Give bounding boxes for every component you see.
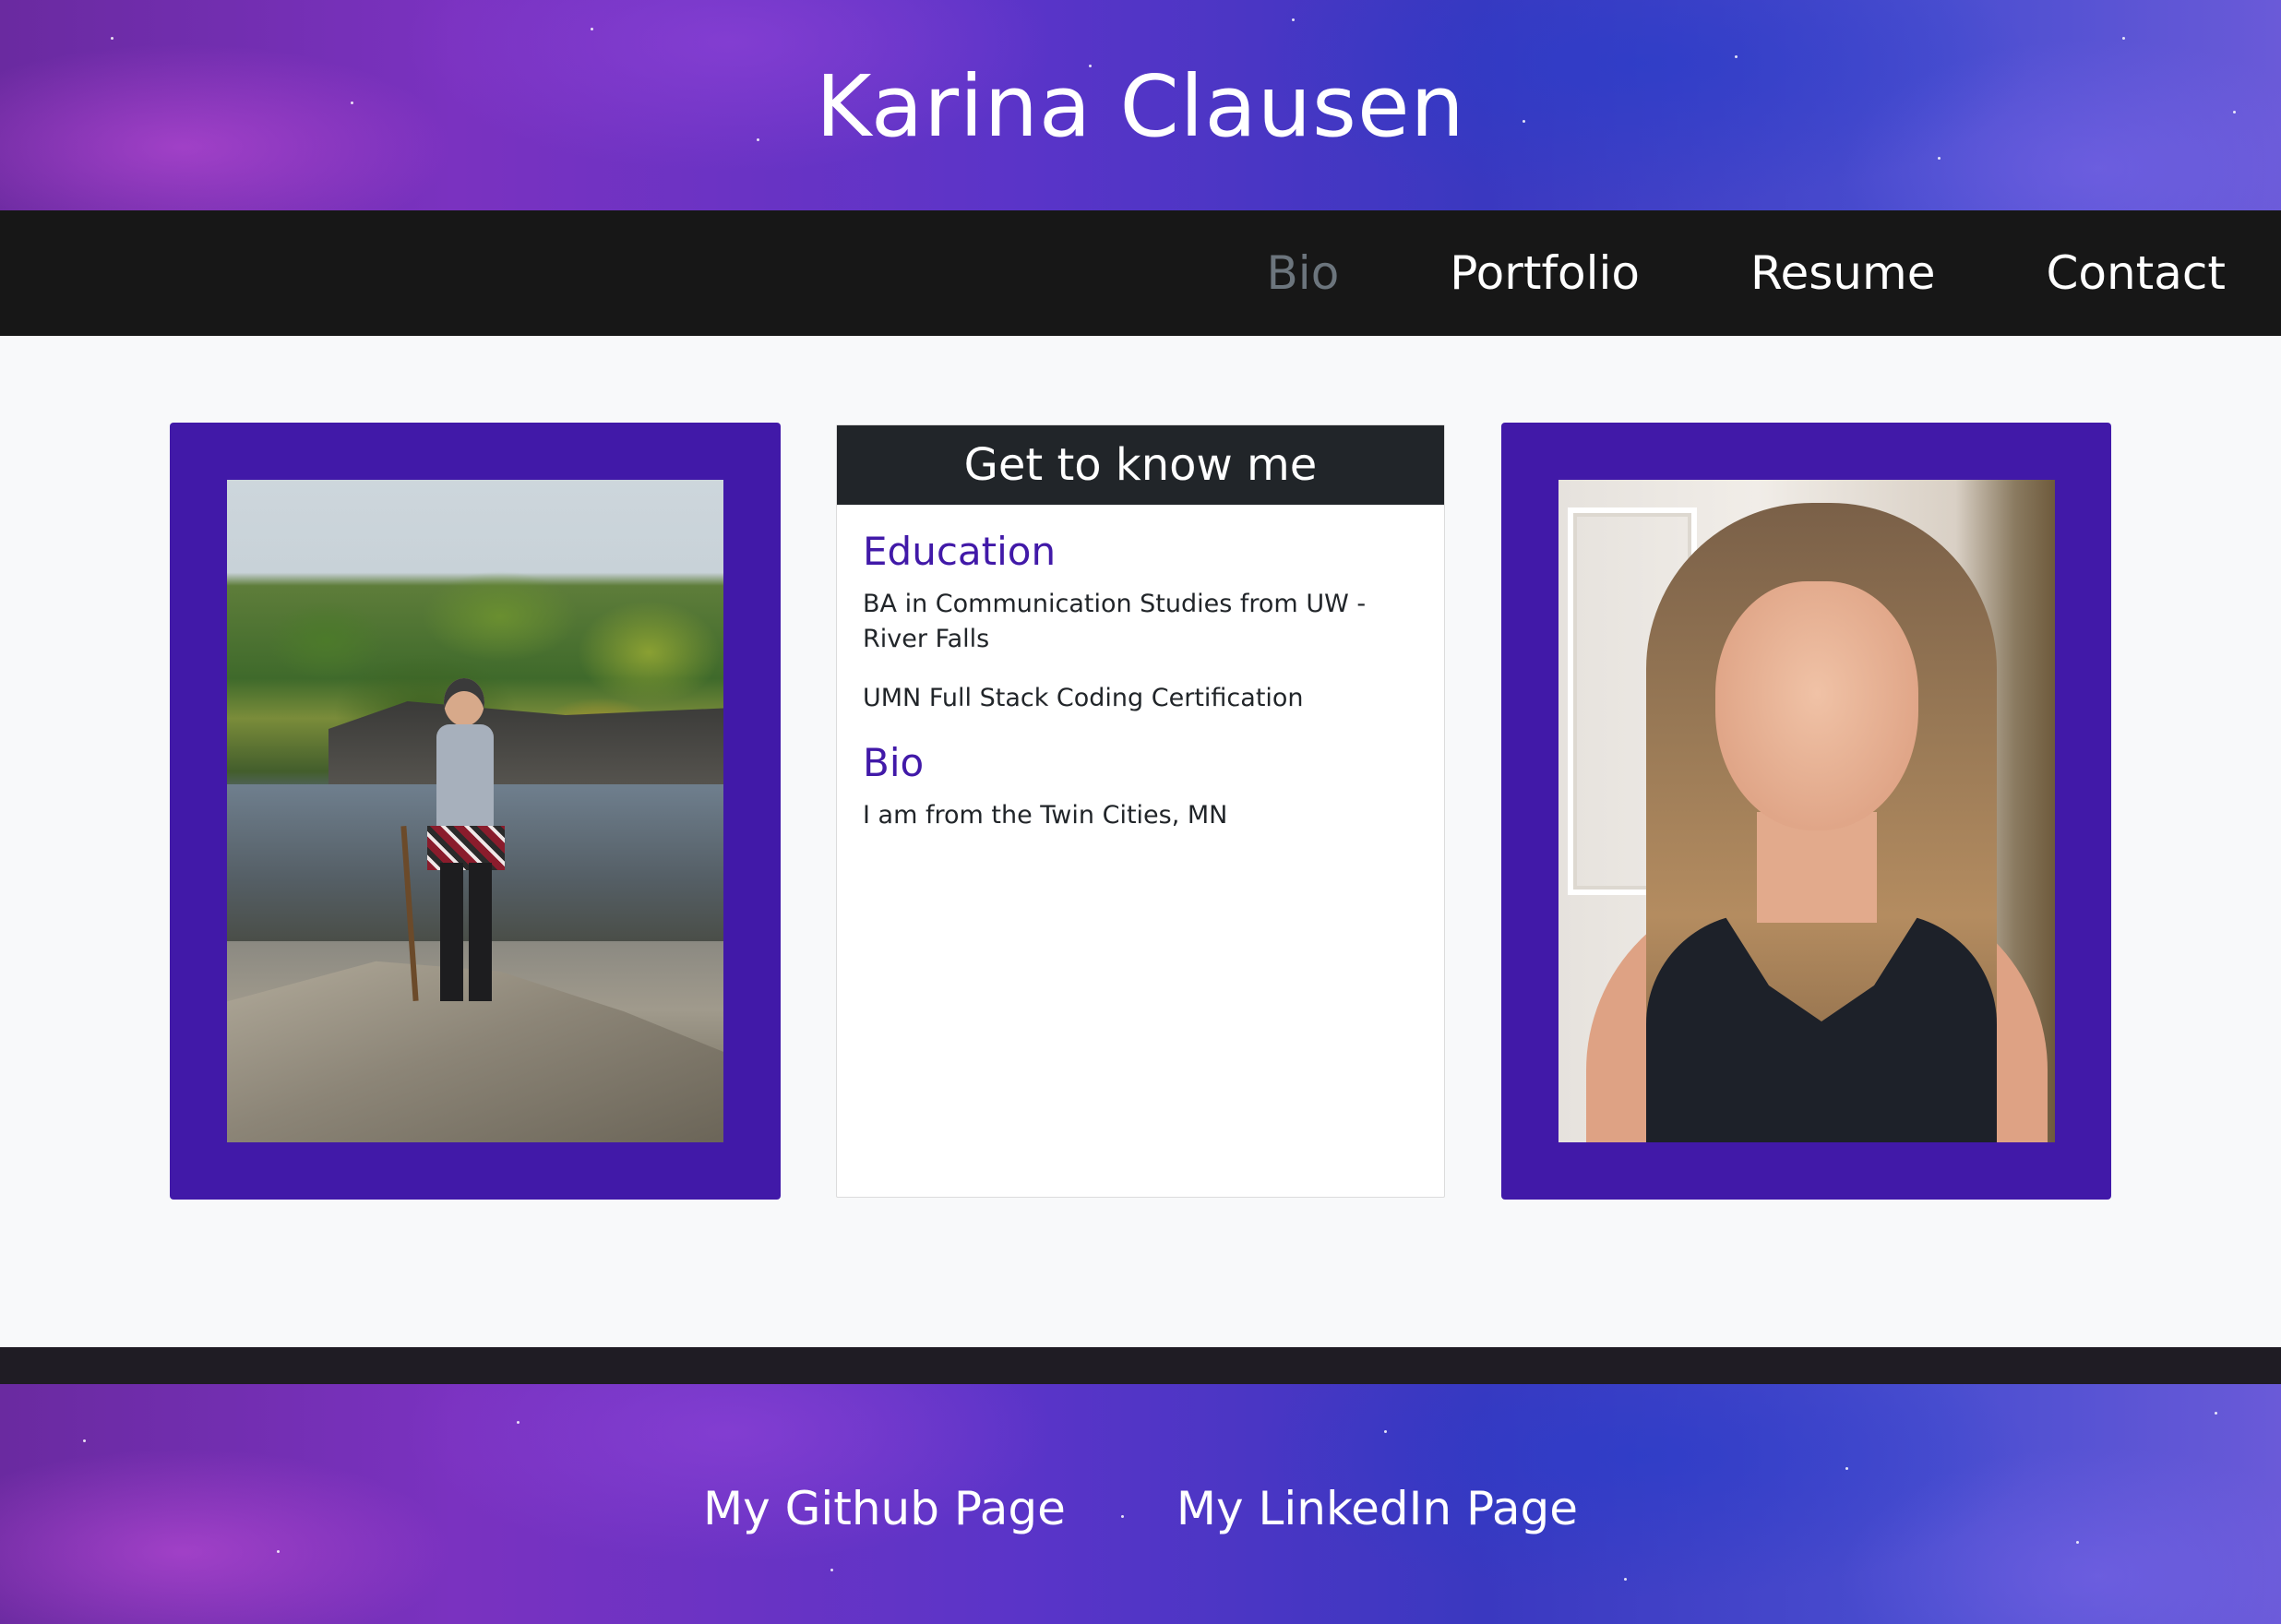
bio-text: I am from the Twin Cities, MN [863, 801, 1228, 830]
nav-link-portfolio[interactable]: Portfolio [1450, 246, 1640, 300]
github-link[interactable]: My Github Page [703, 1482, 1066, 1535]
main-content: Get to know me Education BA in Communica… [0, 336, 2281, 1347]
nav-link-bio[interactable]: Bio [1267, 246, 1340, 300]
about-card: Get to know me Education BA in Communica… [836, 424, 1445, 1198]
about-card-body: Education BA in Communication Studies fr… [837, 505, 1444, 833]
portrait-photo-card [1501, 423, 2111, 1200]
bio-heading: Bio [863, 740, 925, 785]
hiking-photo [227, 480, 723, 1142]
footer-links: My Github Page My LinkedIn Page [0, 1482, 2281, 1535]
site-footer: My Github Page My LinkedIn Page [0, 1384, 2281, 1624]
site-title: Karina Clausen [816, 57, 1465, 156]
education-heading: Education [863, 529, 1057, 574]
education-degree: BA in Communication Studies from UW - Ri… [863, 590, 1367, 653]
education-certification: UMN Full Stack Coding Certification [863, 684, 1304, 712]
site-header: Karina Clausen [0, 0, 2281, 210]
nav-list: Bio Portfolio Resume Contact [1156, 210, 2227, 336]
nav-link-contact[interactable]: Contact [2046, 246, 2226, 300]
portrait-photo [1558, 480, 2055, 1142]
hiking-photo-card [170, 423, 781, 1200]
linkedin-link[interactable]: My LinkedIn Page [1176, 1482, 1578, 1535]
main-navbar: Bio Portfolio Resume Contact [0, 210, 2281, 336]
about-card-header: Get to know me [837, 425, 1444, 505]
nav-link-resume[interactable]: Resume [1750, 246, 1935, 300]
footer-divider [0, 1347, 2281, 1384]
